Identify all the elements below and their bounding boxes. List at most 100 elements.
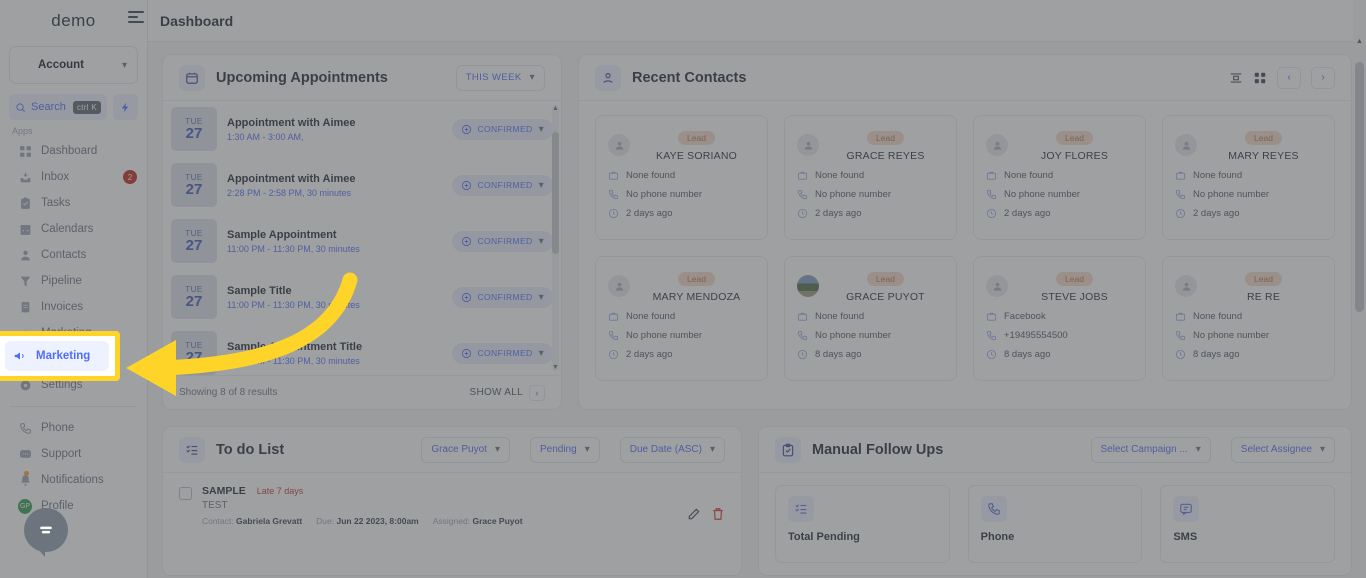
sidebar-item-marketing-highlighted[interactable]: Marketing xyxy=(5,341,109,371)
contact-card[interactable]: Lead RE RE None found No phone number 8 … xyxy=(1162,256,1335,381)
sidebar-item-dashboard[interactable]: Dashboard xyxy=(0,138,147,164)
follow-ups-campaign-filter[interactable]: Select Campaign ... ▾ xyxy=(1090,436,1211,463)
follow-ups-assignee-filter[interactable]: Select Assignee ▾ xyxy=(1230,436,1335,463)
plus-circle-icon xyxy=(461,292,471,302)
appointment-info: Appointment with Aimee 1:30 AM - 3:00 AM… xyxy=(227,117,442,142)
grid-view-icon[interactable] xyxy=(1253,71,1267,85)
todo-filter-status[interactable]: Pending ▾ xyxy=(529,436,600,463)
clipboard-check-icon xyxy=(18,196,32,210)
sidebar-item-support[interactable]: Support xyxy=(0,441,147,467)
appointment-status-dropdown[interactable]: CONFIRMED ▾ xyxy=(451,286,553,308)
marketing-highlight-box[interactable]: Marketing xyxy=(0,331,120,381)
page-scrollbar[interactable]: ▲ xyxy=(1353,0,1366,578)
appointments-scrollbar[interactable]: ▲ ▼ xyxy=(552,105,559,371)
todo-item-description: TEST xyxy=(202,500,228,511)
contact-card[interactable]: Lead MARY REYES None found No phone numb… xyxy=(1162,115,1335,240)
scroll-down-arrow[interactable]: ▼ xyxy=(552,364,559,371)
contact-name: STEVE JOBS xyxy=(1041,291,1108,303)
follow-up-tile-total-pending[interactable]: Total Pending xyxy=(775,485,950,563)
contact-card[interactable]: Lead STEVE JOBS Facebook +19495554500 8 … xyxy=(973,256,1146,381)
todo-item-main: SAMPLE Late 7 days TEST Contact: Gabriel… xyxy=(202,485,677,526)
contact-company: None found xyxy=(1193,170,1243,181)
sidebar-item-notifications[interactable]: Notifications xyxy=(0,467,147,493)
contacts-toolbar: ‹ › xyxy=(1229,66,1335,89)
trash-icon[interactable] xyxy=(711,507,725,521)
contacts-next-button[interactable]: › xyxy=(1311,66,1335,89)
appointments-range-filter[interactable]: THIS WEEK ▾ xyxy=(455,64,545,91)
bolt-icon[interactable] xyxy=(113,94,138,120)
status-badge: Lead xyxy=(1056,131,1093,145)
todo-filter-sort[interactable]: Due Date (ASC) ▾ xyxy=(619,436,725,463)
search-input[interactable]: Search ctrl K xyxy=(9,94,107,120)
todo-filter-assignee[interactable]: Grace Puyot ▾ xyxy=(421,436,510,463)
account-selector[interactable]: Account ▾ xyxy=(9,46,138,84)
inbox-icon xyxy=(18,170,32,184)
recent-contacts-card: Recent Contacts ‹ › Lead KAYE SORIANO No… xyxy=(578,54,1352,410)
scrollbar-thumb[interactable] xyxy=(552,131,559,254)
contact-card[interactable]: Lead JOY FLORES None found No phone numb… xyxy=(973,115,1146,240)
notification-dot xyxy=(24,471,29,476)
list-view-icon[interactable] xyxy=(1229,71,1243,85)
list-item[interactable]: SAMPLE Late 7 days TEST Contact: Gabriel… xyxy=(179,485,725,526)
appointment-status-label: CONFIRMED xyxy=(477,292,533,302)
contact-card-identity: Lead GRACE REYES xyxy=(827,128,944,162)
scroll-up-arrow[interactable]: ▲ xyxy=(552,105,559,112)
contact-company-row: None found xyxy=(1175,170,1322,181)
page-scrollbar-thumb[interactable] xyxy=(1355,62,1364,312)
follow-up-tile-label: Phone xyxy=(980,531,1015,543)
contact-company-row: None found xyxy=(797,170,944,181)
plus-circle-icon xyxy=(461,124,471,134)
follow-up-tile-sms[interactable]: SMS xyxy=(1160,485,1335,563)
sidebar-item-label: Inbox xyxy=(41,171,70,183)
search-shortcut: ctrl K xyxy=(72,100,101,114)
contact-card[interactable]: Lead GRACE PUYOT None found No phone num… xyxy=(784,256,957,381)
sidebar-item-inbox[interactable]: Inbox 2 xyxy=(0,164,147,190)
appointment-status-dropdown[interactable]: CONFIRMED ▾ xyxy=(451,174,553,196)
follow-up-tile-phone[interactable]: Phone xyxy=(967,485,1143,563)
appointment-day: 27 xyxy=(185,124,203,142)
appointment-row[interactable]: TUE 27 Appointment with Aimee 2:28 PM - … xyxy=(171,163,553,207)
todo-checkbox[interactable] xyxy=(179,487,192,500)
phone-icon xyxy=(980,496,1007,522)
appointment-status-label: CONFIRMED xyxy=(477,348,533,358)
contact-time: 2 days ago xyxy=(626,349,673,360)
contact-card[interactable]: Lead GRACE REYES None found No phone num… xyxy=(784,115,957,240)
hamburger-icon[interactable] xyxy=(128,11,144,26)
sidebar-item-contacts[interactable]: Contacts xyxy=(0,242,147,268)
scroll-up-arrow[interactable]: ▲ xyxy=(1356,38,1363,45)
contact-company-row: None found xyxy=(1175,311,1322,322)
appointment-row[interactable]: TUE 27 Sample Appointment 11:00 PM - 11:… xyxy=(171,219,553,263)
contact-time: 2 days ago xyxy=(626,208,673,219)
todo-due-value: Jun 22 2023, 8:00am xyxy=(336,516,419,526)
sidebar-item-calendars[interactable]: Calendars xyxy=(0,216,147,242)
appointment-status-dropdown[interactable]: CONFIRMED ▾ xyxy=(451,230,553,252)
appointment-status-dropdown[interactable]: CONFIRMED ▾ xyxy=(451,118,553,140)
contact-card-identity: Lead MARY MENDOZA xyxy=(638,269,755,303)
contact-company-row: None found xyxy=(608,170,755,181)
avatar xyxy=(608,134,630,156)
sidebar-item-tasks[interactable]: Tasks xyxy=(0,190,147,216)
contact-card[interactable]: Lead MARY MENDOZA None found No phone nu… xyxy=(595,256,768,381)
appointment-row[interactable]: TUE 27 Appointment with Aimee 1:30 AM - … xyxy=(171,107,553,151)
user-icon xyxy=(18,248,32,262)
todo-due-group: Due: Jun 22 2023, 8:00am xyxy=(316,516,419,526)
filter-label: Select Assignee xyxy=(1240,444,1312,455)
manual-follow-ups-card: Manual Follow Ups Select Campaign ... ▾ … xyxy=(758,426,1352,576)
phone-icon xyxy=(1175,189,1186,200)
sidebar-item-phone[interactable]: Phone xyxy=(0,415,147,441)
appointment-status-dropdown[interactable]: CONFIRMED ▾ xyxy=(451,342,553,364)
edit-icon[interactable] xyxy=(687,507,701,521)
chat-bubble-icon[interactable] xyxy=(24,508,68,557)
contact-time: 8 days ago xyxy=(1193,349,1240,360)
clock-icon xyxy=(797,208,808,219)
sidebar-item-profile[interactable]: GP Profile xyxy=(0,493,147,519)
sidebar-divider xyxy=(10,406,137,407)
contacts-prev-button[interactable]: ‹ xyxy=(1277,66,1301,89)
plus-circle-icon xyxy=(461,348,471,358)
contact-card[interactable]: Lead KAYE SORIANO None found No phone nu… xyxy=(595,115,768,240)
clipboard-check-icon xyxy=(775,436,801,463)
appointment-time: 2:28 PM - 2:58 PM, 30 minutes xyxy=(227,187,352,198)
show-all-button[interactable]: SHOW ALL › xyxy=(469,384,545,401)
clock-icon xyxy=(986,208,997,219)
brand-logo[interactable]: demo xyxy=(51,11,96,31)
